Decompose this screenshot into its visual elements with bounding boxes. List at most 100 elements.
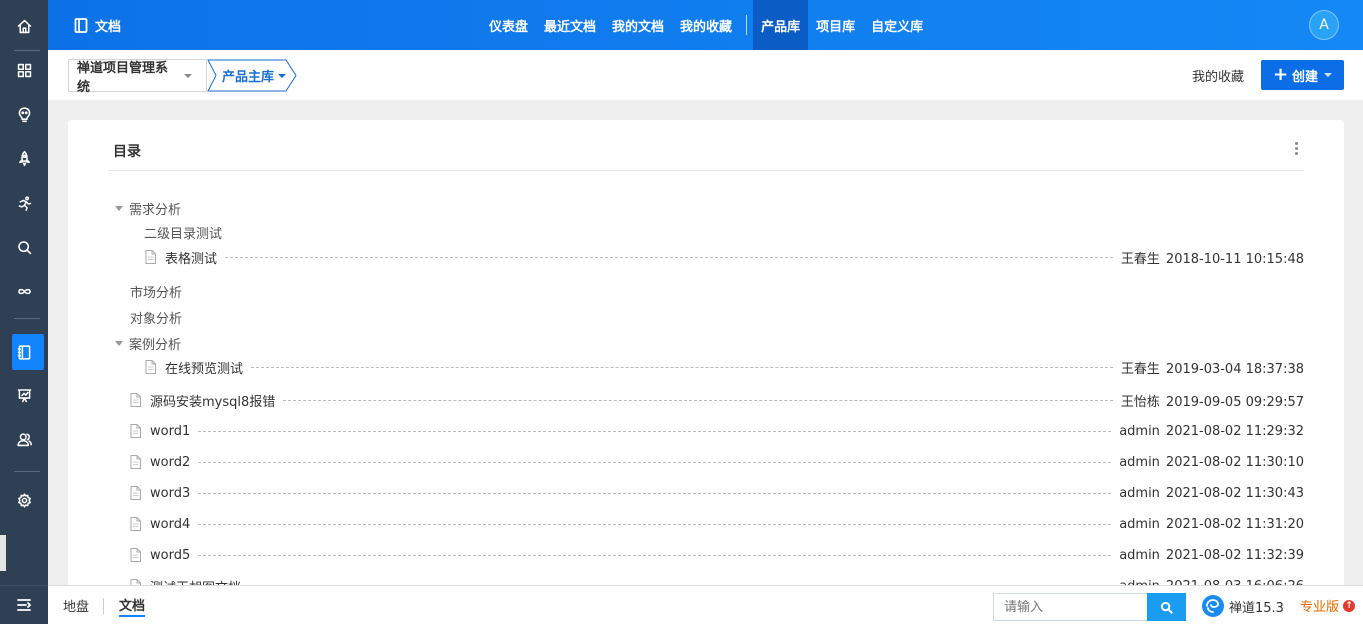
menu-toggle[interactable] — [0, 585, 48, 624]
leader-dots — [225, 256, 1113, 258]
folder-label[interactable]: 对象分析 — [130, 308, 182, 327]
home-icon[interactable] — [0, 8, 48, 44]
catalog-panel: 目录 需求分析二级目录测试表格测试 王春生 2018-10-11 10:15:48 市… — [68, 120, 1344, 600]
doc-timestamp: 2021-08-02 11:29:32 — [1165, 423, 1304, 439]
catalog-folder[interactable]: 需求分析 — [68, 198, 1344, 218]
nav-dashboard[interactable]: 仪表盘 — [481, 0, 536, 50]
search-button[interactable] — [1147, 593, 1186, 621]
doc-icon[interactable] — [0, 334, 48, 370]
breadcrumb-library-label: 产品主库 — [222, 70, 275, 85]
file-icon — [130, 455, 141, 469]
app-title-label: 文档 — [95, 19, 122, 35]
catalog-doc-row[interactable]: word1 admin 2021-08-02 11:29:32 — [68, 421, 1344, 441]
bottom-bar: 地盘 文档 禅道15.3 专业版 ↑ — [48, 585, 1363, 624]
nav-my-favorites[interactable]: 我的收藏 — [672, 0, 740, 50]
catalog-doc-row[interactable]: 源码安装mysql8报错 王怡栋 2019-09-05 09:29:57 — [68, 390, 1344, 410]
edition-label: 专业版 — [1300, 600, 1340, 615]
doc-timestamp: 2021-08-02 11:30:43 — [1165, 485, 1304, 501]
catalog-doc-row[interactable]: 表格测试 王春生 2018-10-11 10:15:48 — [68, 247, 1344, 267]
runner-icon[interactable] — [0, 185, 48, 221]
divider — [108, 170, 1304, 171]
file-icon — [130, 517, 141, 531]
lightbulb-icon[interactable] — [0, 96, 48, 132]
folder-label[interactable]: 二级目录测试 — [144, 223, 222, 242]
leader-dots — [198, 492, 1112, 494]
doc-timestamp: 2019-03-04 18:37:38 — [1165, 361, 1304, 377]
breadcrumb-library[interactable]: 产品主库 — [206, 59, 298, 92]
upgrade-icon: ↑ — [1343, 599, 1356, 612]
doc-title[interactable]: 在线预览测试 — [165, 358, 243, 377]
main-nav: 仪表盘 最近文档 我的文档 我的收藏 产品库 项目库 自定义库 — [481, 0, 931, 50]
doc-title[interactable]: word4 — [150, 517, 190, 532]
leader-dots — [198, 430, 1112, 432]
doc-timestamp: 2019-09-05 09:29:57 — [1165, 394, 1304, 410]
app-title[interactable]: 文档 — [74, 0, 121, 50]
catalog-doc-row[interactable]: word4 admin 2021-08-02 11:31:20 — [68, 514, 1344, 534]
search-icon — [1160, 601, 1173, 614]
brand[interactable]: 禅道15.3 — [1201, 593, 1284, 619]
doc-title[interactable]: word5 — [150, 548, 190, 563]
doc-title[interactable]: 表格测试 — [165, 248, 217, 267]
nav-custom-lib[interactable]: 自定义库 — [863, 0, 931, 50]
chevron-down-icon — [278, 73, 287, 78]
folder-label[interactable]: 需求分析 — [129, 199, 181, 218]
catalog-folder[interactable]: 市场分析 — [68, 281, 1344, 301]
users-icon[interactable] — [0, 421, 48, 457]
catalog-folder[interactable]: 二级目录测试 — [68, 222, 1344, 242]
nav-project-lib[interactable]: 项目库 — [808, 0, 863, 50]
top-header: 文档 仪表盘 最近文档 我的文档 我的收藏 产品库 项目库 自定义库 A — [48, 0, 1363, 50]
catalog-doc-row[interactable]: 在线预览测试 王春生 2019-03-04 18:37:38 — [68, 357, 1344, 377]
leader-dots — [198, 554, 1112, 556]
plus-icon: + — [1272, 64, 1289, 85]
doc-title[interactable]: word2 — [150, 455, 190, 470]
leader-dots — [198, 461, 1112, 463]
create-button-label: 创建 — [1292, 69, 1319, 85]
doc-timestamp: 2021-08-02 11:31:20 — [1165, 516, 1304, 532]
more-options-icon[interactable] — [1288, 140, 1304, 160]
create-button[interactable]: + 创建 — [1261, 60, 1344, 90]
file-icon — [130, 548, 141, 562]
rocket-icon[interactable] — [0, 140, 48, 176]
file-icon — [145, 360, 156, 374]
tab-dashboard[interactable]: 地盘 — [63, 586, 89, 624]
leader-dots — [198, 523, 1112, 525]
catalog-folder[interactable]: 对象分析 — [68, 307, 1344, 327]
search-icon[interactable] — [0, 229, 48, 265]
nav-product-lib[interactable]: 产品库 — [753, 0, 809, 50]
file-icon — [130, 486, 141, 500]
tab-docs[interactable]: 文档 — [119, 586, 146, 624]
catalog-folder[interactable]: 案例分析 — [68, 333, 1344, 353]
doc-author: admin — [1119, 485, 1160, 501]
folder-label[interactable]: 市场分析 — [130, 282, 182, 301]
catalog-doc-row[interactable]: word3 admin 2021-08-02 11:30:43 — [68, 483, 1344, 503]
doc-author: 王怡栋 — [1120, 394, 1160, 410]
file-icon — [130, 393, 141, 407]
doc-author: admin — [1119, 423, 1160, 439]
gear-icon[interactable] — [0, 482, 48, 518]
caret-down-icon[interactable] — [115, 205, 123, 211]
presentation-icon[interactable] — [0, 377, 48, 413]
doc-timestamp: 2018-10-11 10:15:48 — [1165, 251, 1304, 267]
folder-label[interactable]: 案例分析 — [129, 334, 181, 353]
doc-title[interactable]: 源码安装mysql8报错 — [150, 391, 275, 410]
brand-version: 禅道15.3 — [1229, 600, 1284, 616]
left-rail — [0, 0, 48, 624]
edition-link[interactable]: 专业版 ↑ — [1300, 586, 1356, 624]
infinity-icon[interactable] — [0, 273, 48, 309]
doc-title[interactable]: word3 — [150, 486, 190, 501]
grid-icon[interactable] — [0, 52, 48, 88]
nav-recent-docs[interactable]: 最近文档 — [536, 0, 604, 50]
nav-my-docs[interactable]: 我的文档 — [604, 0, 672, 50]
search-input[interactable] — [993, 593, 1148, 621]
search-field[interactable] — [1004, 599, 1134, 615]
doc-title[interactable]: word1 — [150, 424, 190, 439]
catalog-doc-row[interactable]: word5 admin 2021-08-02 11:32:39 — [68, 545, 1344, 565]
avatar[interactable]: A — [1309, 10, 1339, 40]
catalog-doc-row[interactable]: word2 admin 2021-08-02 11:30:10 — [68, 452, 1344, 472]
caret-down-icon[interactable] — [115, 340, 123, 346]
menu-icon — [17, 599, 32, 611]
my-favorites-link[interactable]: 我的收藏 — [1192, 50, 1244, 100]
notebook-icon — [74, 17, 88, 33]
panel-title: 目录 — [113, 144, 141, 160]
breadcrumb-system[interactable]: 禅道项目管理系统 — [68, 59, 207, 95]
